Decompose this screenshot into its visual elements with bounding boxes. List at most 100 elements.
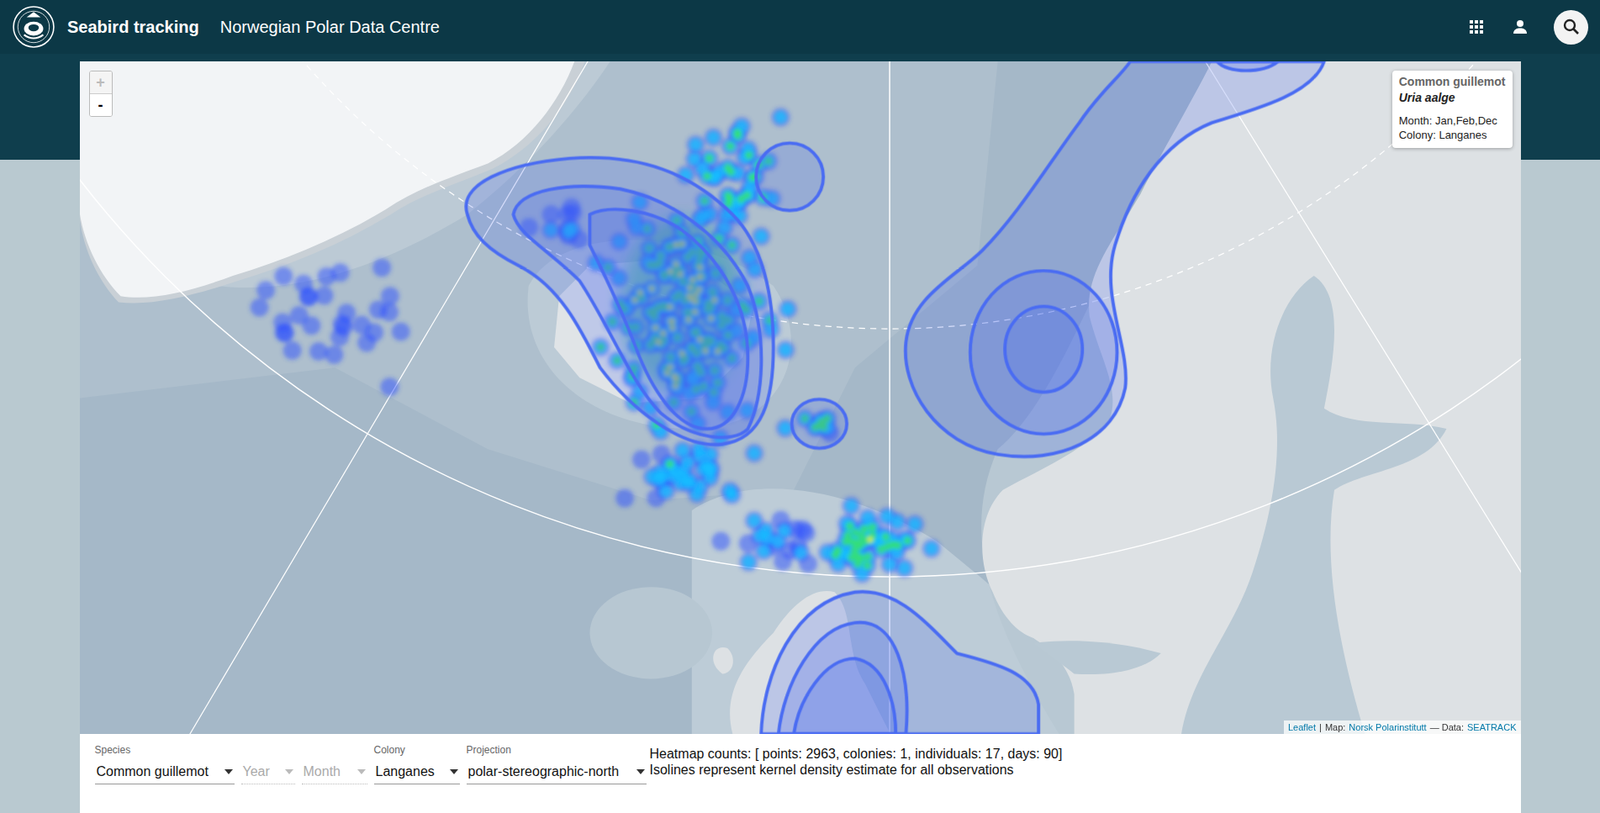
filter-label: Projection xyxy=(466,744,647,757)
heat-point xyxy=(902,536,912,545)
heat-point xyxy=(776,340,795,360)
heat-point xyxy=(702,152,716,165)
heat-point xyxy=(747,514,761,528)
top-bar: Seabird tracking Norwegian Polar Data Cen… xyxy=(0,0,1600,54)
heat-point xyxy=(654,465,667,479)
heat-point xyxy=(770,107,790,127)
app-subtitle[interactable]: Norwegian Polar Data Centre xyxy=(220,17,440,37)
heat-point xyxy=(777,524,791,538)
heat-point xyxy=(897,561,911,575)
ocean xyxy=(79,61,1521,734)
person-icon[interactable] xyxy=(1510,16,1531,37)
filter-value: Year xyxy=(242,764,270,780)
heat-point xyxy=(860,524,869,534)
polar-institute-logo-icon[interactable] xyxy=(11,5,56,49)
heat-point xyxy=(778,422,792,435)
map-attribution: Leaflet|Map:Norsk Polarinstitutt— Data:S… xyxy=(1283,720,1521,734)
main-area: +-Common guillemotUria aalgeMonth: Jan,F… xyxy=(0,53,1600,813)
heat-point xyxy=(844,499,858,513)
isoline xyxy=(904,61,1324,457)
heat-point xyxy=(723,140,737,154)
filter-field: Common guillemot xyxy=(95,759,235,785)
dropdown-arrow-icon xyxy=(449,769,459,775)
heat-point xyxy=(882,558,896,571)
heat-point xyxy=(841,537,851,546)
filter-value: Langanes xyxy=(375,764,435,780)
heat-point xyxy=(659,485,672,498)
filter-label xyxy=(241,744,296,757)
legend-details: Month: Jan,Feb,DecColony: Langanes xyxy=(1399,114,1506,143)
heat-point xyxy=(774,110,787,124)
heat-point xyxy=(723,163,732,173)
heat-point xyxy=(689,138,703,152)
heat-point xyxy=(730,129,744,143)
skagerrak xyxy=(1033,640,1162,675)
attribution-link[interactable]: Leaflet xyxy=(1288,722,1316,733)
apps-grid-icon[interactable] xyxy=(1466,16,1487,37)
heat-point xyxy=(380,377,399,397)
filter-select[interactable]: SpeciesCommon guillemot xyxy=(95,744,235,785)
heat-point xyxy=(742,555,756,569)
heat-point xyxy=(707,131,720,144)
heat-point xyxy=(744,443,764,463)
isoline xyxy=(1216,61,1278,71)
heat-point xyxy=(736,195,745,204)
heat-point xyxy=(703,448,717,461)
isoline xyxy=(1004,306,1083,392)
heat-point xyxy=(703,128,723,148)
heat-point xyxy=(390,322,410,341)
map[interactable]: +- Common guillemotUria aalge Month: Jan,F… xyxy=(79,61,1521,734)
attribution-link[interactable]: Norsk Polarinstitutt xyxy=(1348,722,1426,733)
heat-point xyxy=(681,477,695,491)
heat-point xyxy=(924,542,938,555)
heat-point xyxy=(733,131,742,140)
legend-common-name: Common guillemot xyxy=(1399,74,1506,89)
filter-select[interactable]: Projection polar-stereographic-north xyxy=(466,744,647,785)
heat-point xyxy=(704,153,713,163)
filter-value: polar-stereographic-north xyxy=(468,764,620,780)
heat-point xyxy=(725,488,739,502)
isoline xyxy=(777,622,907,734)
filter-value: Common guillemot xyxy=(96,764,209,780)
heat-point xyxy=(867,522,877,532)
heat-point xyxy=(273,313,292,333)
heat-point xyxy=(876,544,886,554)
app-title[interactable]: Seabird tracking xyxy=(67,17,200,37)
info-line: Isolines represent kernel density estima… xyxy=(649,761,1063,778)
attribution-text: Map: xyxy=(1325,722,1346,733)
baltic-sea xyxy=(1181,275,1447,734)
filter-select[interactable]: ColonyLanganes xyxy=(374,744,460,785)
filter-field: polar-stereographic-north xyxy=(466,759,647,785)
latitude-circle xyxy=(79,61,1521,577)
isoline xyxy=(760,591,1039,734)
heat-point xyxy=(735,147,755,167)
legend-latin-name: Uria aalge xyxy=(1399,90,1506,105)
heat-point xyxy=(676,464,690,477)
heat-point xyxy=(289,306,308,325)
heat-point xyxy=(796,523,815,543)
search-button[interactable] xyxy=(1553,10,1589,45)
dropdown-arrow-icon xyxy=(636,769,645,775)
heat-point xyxy=(274,267,293,286)
isoline xyxy=(589,209,748,429)
arctic-circle xyxy=(111,61,1521,329)
zoom-button[interactable]: - xyxy=(89,93,112,117)
heat-point xyxy=(863,552,872,561)
heat-point xyxy=(282,341,301,360)
heat-point xyxy=(760,532,774,545)
map-canvas[interactable] xyxy=(79,61,1521,734)
heat-point xyxy=(711,532,730,551)
heat-point xyxy=(847,553,856,562)
isoline xyxy=(755,142,824,211)
controls-panel: SpeciesCommon guillemot Year MonthColonyLa… xyxy=(79,733,1521,813)
heat-point xyxy=(702,172,712,181)
filter-field: Year xyxy=(241,759,296,785)
attribution-link[interactable]: SEATRACK xyxy=(1467,722,1516,733)
zoom-control: +- xyxy=(89,70,113,117)
legend-line: Month: Jan,Feb,Dec xyxy=(1399,114,1506,129)
heat-point xyxy=(779,343,793,357)
heat-point xyxy=(840,517,854,531)
heat-point xyxy=(744,151,753,160)
heat-point xyxy=(831,557,845,571)
filter-select: Month xyxy=(301,744,368,785)
